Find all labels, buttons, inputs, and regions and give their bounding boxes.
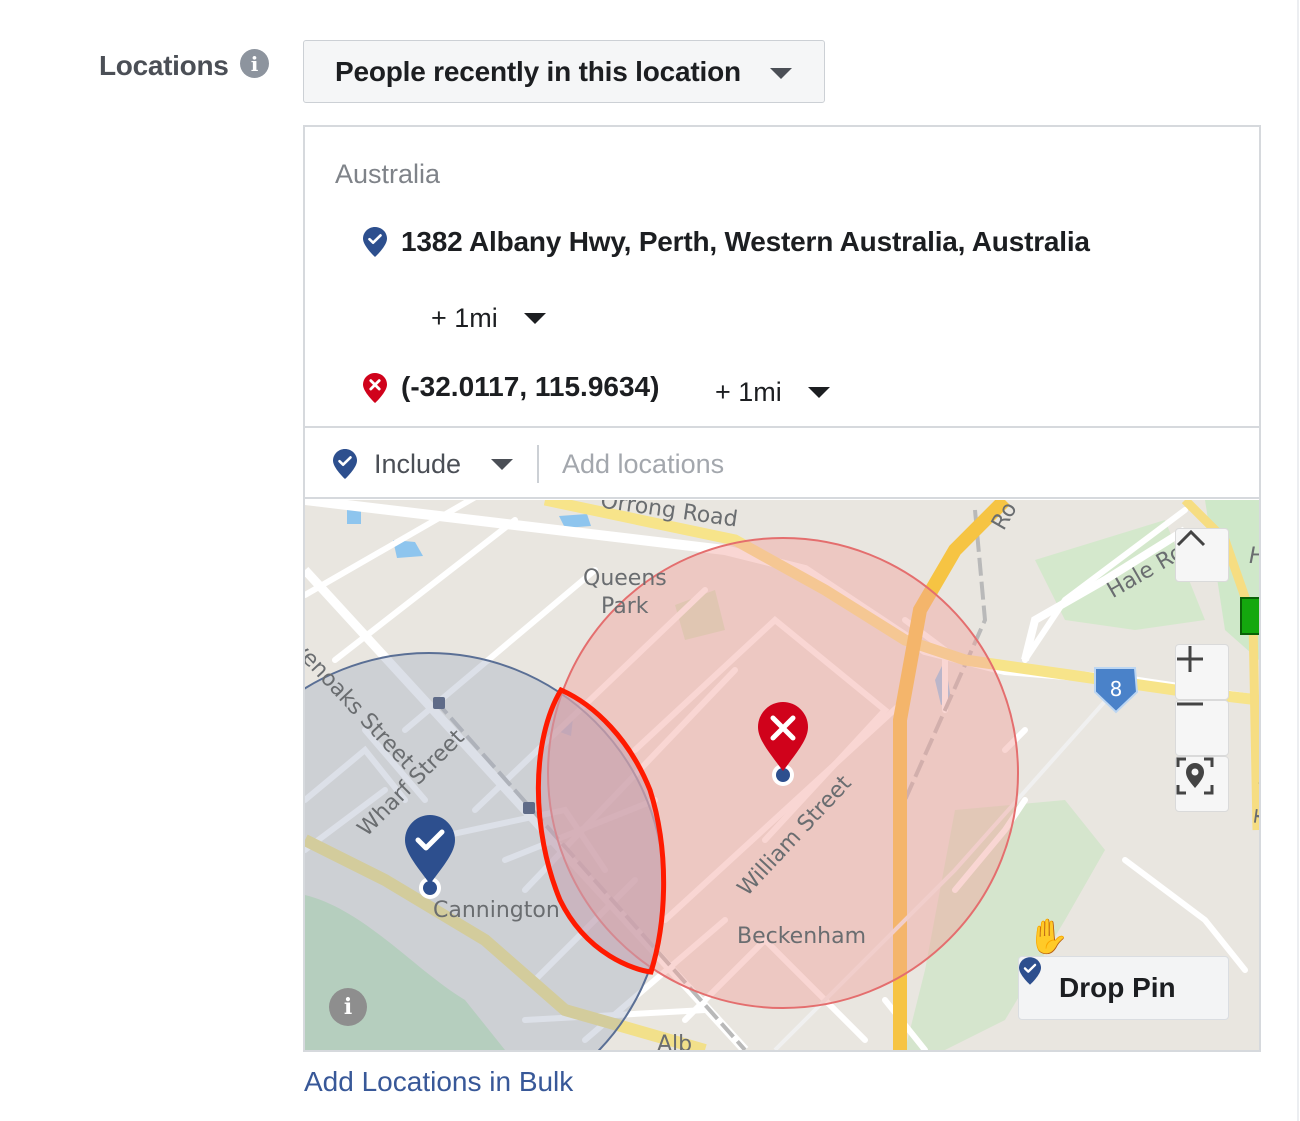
caret-down-icon	[491, 458, 514, 470]
map-info-button[interactable]: i	[329, 988, 367, 1026]
transit-icon	[523, 802, 535, 814]
locations-label: Locations	[99, 50, 229, 81]
map[interactable]: 8 Orrong Road Queens Park Sevenoaks Stre…	[305, 500, 1259, 1050]
minus-icon	[1177, 702, 1203, 706]
drop-pin-button[interactable]: Drop Pin	[1018, 956, 1229, 1020]
location-item-name: (-32.0117, 115.9634)	[401, 371, 660, 402]
route-shield-number: 8	[1110, 677, 1123, 701]
add-locations-input[interactable]	[560, 442, 1164, 486]
locations-panel: Australia 1382 Albany Hwy, Perth, Wester…	[303, 125, 1261, 1052]
exclude-pin-icon	[363, 373, 387, 403]
caret-down-icon	[770, 68, 792, 79]
divider	[537, 445, 539, 483]
zoom-in-button[interactable]	[1175, 644, 1229, 700]
zoom-out-button[interactable]	[1175, 700, 1229, 756]
include-pin-icon	[333, 449, 357, 479]
map-label-queens: Queens	[583, 566, 667, 591]
radius-value: + 1mi	[431, 303, 498, 333]
plus-icon	[1177, 646, 1203, 672]
water	[347, 510, 361, 524]
info-icon[interactable]: i	[240, 49, 269, 78]
location-type-selected: People recently in this location	[335, 55, 741, 87]
locate-pin-icon	[1176, 757, 1214, 795]
caret-down-icon	[523, 313, 546, 324]
include-pin-icon	[363, 227, 387, 257]
map-label-h: H	[1249, 544, 1259, 569]
radius-dropdown[interactable]: + 1mi	[715, 377, 830, 408]
add-locations-bulk-link[interactable]: Add Locations in Bulk	[304, 1066, 573, 1098]
hand-cursor-icon: ✋	[1027, 918, 1070, 956]
include-mode-label: Include	[374, 448, 462, 479]
include-pin-icon	[1019, 957, 1041, 985]
map-label-beckenham: Beckenham	[737, 924, 867, 949]
page-edge-rule	[1297, 0, 1299, 1121]
include-bar: Include	[305, 426, 1259, 499]
location-item-name: 1382 Albany Hwy, Perth, Western Australi…	[401, 226, 1090, 257]
location-type-dropdown[interactable]: People recently in this location	[303, 40, 825, 103]
map-label-park: Park	[601, 594, 649, 619]
locate-button[interactable]	[1175, 756, 1229, 812]
map-collapse-button[interactable]	[1175, 528, 1229, 582]
map-label-albany: Alb	[657, 1032, 693, 1050]
green-shield	[1240, 597, 1259, 635]
drop-pin-label: Drop Pin	[1059, 972, 1176, 1003]
country-heading: Australia	[335, 159, 441, 189]
radius-value: + 1mi	[715, 377, 782, 407]
transit-icon	[433, 697, 445, 709]
include-mode-dropdown[interactable]: Include	[333, 444, 514, 484]
chevron-up-icon	[1176, 529, 1206, 547]
caret-down-icon	[807, 387, 830, 398]
map-label-cannington: Cannington	[433, 898, 560, 923]
radius-dropdown[interactable]: + 1mi	[431, 303, 546, 334]
